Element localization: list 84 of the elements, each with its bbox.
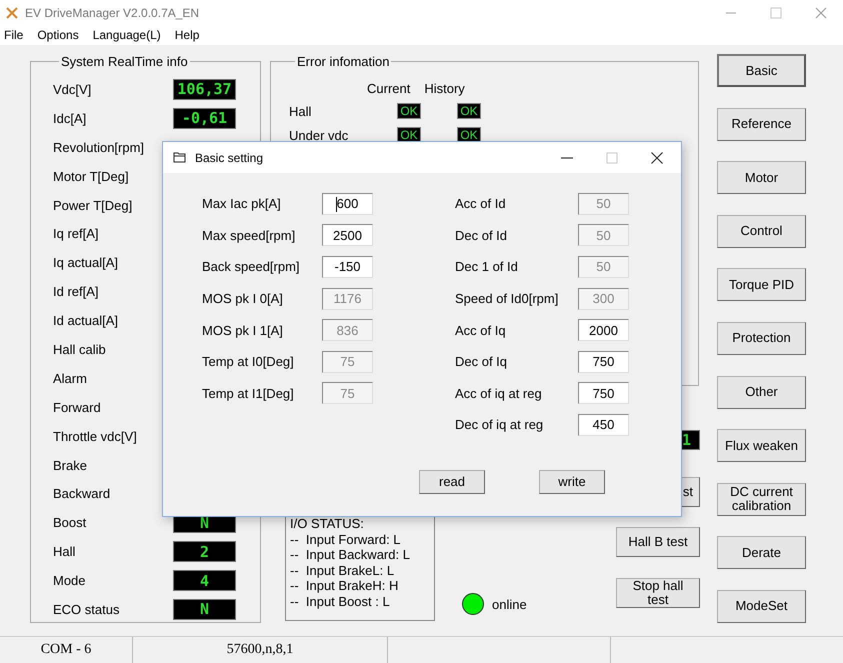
nav-button[interactable]: Torque PID bbox=[717, 268, 806, 302]
io-status-line: -- Input BrakeH: H bbox=[290, 578, 400, 594]
column-header: History bbox=[424, 80, 465, 96]
reading-label: Iq ref[A] bbox=[53, 226, 100, 242]
field-label: Dec of Id bbox=[455, 228, 508, 243]
error-label: Hall bbox=[289, 104, 312, 118]
reading-label: Mode bbox=[53, 573, 87, 588]
nav-button[interactable]: Other bbox=[717, 376, 806, 409]
reading-label: ECO status bbox=[53, 602, 120, 617]
reading-label: Forward bbox=[53, 400, 102, 415]
reading-label: Boost bbox=[53, 515, 88, 530]
reading-label: Throttle vdc[V] bbox=[53, 428, 138, 444]
menu-item[interactable]: Language(L) bbox=[92, 28, 161, 42]
read-button[interactable]: read bbox=[419, 470, 485, 494]
menu-item[interactable]: File bbox=[4, 28, 24, 42]
field-label: MOS pk I 0[A] bbox=[202, 291, 284, 306]
reading-label: Power T[Deg] bbox=[53, 198, 134, 212]
input-field[interactable]: 600 bbox=[322, 192, 373, 215]
input-field[interactable]: 450 bbox=[578, 414, 629, 436]
reading-label: Hall calib bbox=[53, 342, 107, 357]
menu-item[interactable]: Options bbox=[37, 28, 79, 42]
status-cell: 57600,n,8,1 bbox=[133, 637, 388, 663]
column-header: Current bbox=[367, 80, 410, 96]
field-label: Temp at I0[Deg] bbox=[202, 354, 295, 370]
reading-label: Motor T[Deg] bbox=[53, 168, 130, 184]
io-status-line: I/O STATUS: bbox=[290, 516, 365, 532]
connection-status: online bbox=[492, 596, 527, 612]
nav-button[interactable]: Motor bbox=[717, 161, 806, 194]
reading-display: 4 bbox=[173, 570, 236, 592]
reading-display: N bbox=[173, 598, 236, 620]
io-status-line: -- Input Forward: L bbox=[290, 532, 402, 547]
io-status-line: -- Input Backward: L bbox=[290, 547, 411, 562]
io-status-line: -- Input BrakeL: L bbox=[290, 562, 396, 578]
reading-label: Brake bbox=[53, 458, 88, 473]
reading-label: Vdc[V] bbox=[53, 82, 92, 97]
io-status-line: -- Input Boost : L bbox=[290, 594, 391, 609]
nav-button[interactable]: Control bbox=[717, 214, 806, 248]
panel-title: System RealTime info bbox=[60, 54, 189, 69]
input-field[interactable]: 2000 bbox=[578, 319, 629, 342]
reading-label: Revolution[rpm] bbox=[53, 140, 146, 155]
nav-button[interactable]: DC current calibration bbox=[717, 482, 806, 516]
window-title: EV DriveManager V2.0.0.7A_EN bbox=[25, 6, 200, 20]
write-button[interactable]: write bbox=[539, 470, 605, 494]
reading-display: 2 bbox=[173, 541, 236, 562]
status-indicator: OK bbox=[397, 103, 421, 119]
dialog-title: Basic setting bbox=[195, 150, 264, 164]
input-field[interactable]: 750 bbox=[578, 382, 629, 404]
reading-display: -0,61 bbox=[173, 108, 236, 129]
panel-title: Error infomation bbox=[296, 54, 390, 69]
reading-label: Id ref[A] bbox=[53, 284, 100, 300]
test-button[interactable]: Stop hall test bbox=[616, 578, 700, 608]
reading-label: Idc[A] bbox=[53, 110, 88, 126]
input-field[interactable]: 2500 bbox=[322, 224, 373, 246]
nav-button[interactable]: Protection bbox=[717, 322, 806, 355]
nav-button[interactable]: Reference bbox=[717, 108, 806, 141]
status-indicator: OK bbox=[457, 103, 481, 119]
field-label: Dec of Iq bbox=[455, 354, 508, 370]
input-field[interactable]: -150 bbox=[322, 256, 373, 278]
field-label: MOS pk I 1[A] bbox=[202, 322, 284, 338]
nav-button[interactable]: Derate bbox=[717, 536, 806, 570]
field-label: Temp at I1[Deg] bbox=[202, 386, 295, 401]
reading-label: Backward bbox=[53, 486, 112, 502]
field-label: Acc of Iq bbox=[455, 322, 507, 338]
nav-button[interactable]: ModeSet bbox=[717, 590, 806, 623]
input-field[interactable]: 750 bbox=[578, 350, 629, 373]
nav-button[interactable]: Flux weaken bbox=[717, 429, 806, 462]
reading-label: Hall bbox=[53, 544, 76, 560]
field-label: Acc of Id bbox=[455, 196, 507, 212]
menu-item[interactable]: Help bbox=[174, 28, 200, 42]
nav-button[interactable]: Basic bbox=[717, 54, 806, 87]
reading-label: Alarm bbox=[53, 370, 88, 386]
status-cell: COM - 6 bbox=[0, 637, 133, 663]
field-label: Dec 1 of Id bbox=[455, 259, 519, 274]
error-label: Under vdc bbox=[289, 128, 350, 142]
field-label: Max speed[rpm] bbox=[202, 228, 296, 243]
reading-label: Id actual[A] bbox=[53, 313, 120, 328]
field-label: Speed of Id0[rpm] bbox=[455, 291, 560, 306]
field-label: Max Iac pk[A] bbox=[202, 196, 282, 212]
reading-display: 106,37 bbox=[173, 78, 236, 100]
test-button[interactable]: Hall B test bbox=[616, 527, 700, 557]
reading-label: Iq actual[A] bbox=[53, 255, 120, 270]
field-label: Back speed[rpm] bbox=[202, 259, 301, 274]
field-label: Acc of iq at reg bbox=[455, 386, 543, 401]
field-label: Dec of iq at reg bbox=[455, 417, 544, 432]
